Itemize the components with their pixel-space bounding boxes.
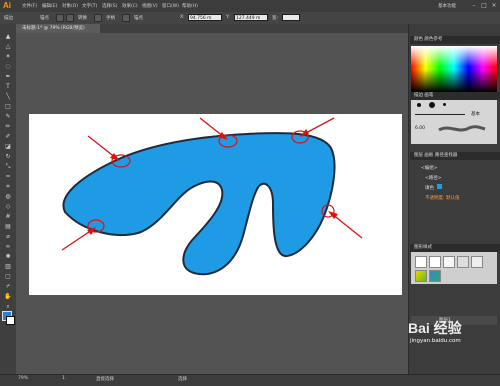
style-4[interactable]	[457, 256, 469, 268]
menu-select[interactable]: 选择(S)	[102, 3, 117, 9]
close-icon[interactable]: ×	[490, 2, 498, 9]
style-3[interactable]	[443, 256, 455, 268]
layer-opacity-label: 不透明度: 默认值	[425, 196, 460, 201]
show-handles-button[interactable]	[94, 14, 102, 22]
zoom-level[interactable]: 79%	[18, 376, 28, 381]
fill-color-chip[interactable]	[437, 184, 442, 189]
convert-smooth-button[interactable]	[66, 14, 74, 22]
brush-library[interactable]: 基本 6.00	[411, 100, 497, 144]
x-label: X:	[180, 15, 185, 20]
layer-row-fill[interactable]: 填色	[411, 184, 497, 193]
symbol-sprayer-icon[interactable]: ✺	[3, 252, 13, 261]
illustrator-logo: Ai	[3, 1, 11, 10]
stroke-swatch[interactable]	[6, 316, 15, 325]
pencil-icon[interactable]: ✏	[3, 122, 13, 131]
current-tool-status: 直接选择	[96, 377, 114, 382]
menu-window[interactable]: 窗口(W)	[162, 3, 179, 9]
watermark-url: jingyan.baidu.com	[410, 338, 461, 344]
line-tool-icon[interactable]: ╲	[3, 92, 13, 101]
menu-help[interactable]: 帮助(H)	[182, 3, 198, 9]
workspace-switcher[interactable]: 基本功能	[438, 3, 456, 9]
maximize-icon[interactable]: □	[480, 2, 488, 9]
w-field[interactable]	[282, 14, 300, 21]
layer-row-path[interactable]: <路径>	[411, 174, 497, 183]
layer-fill-label: 填色	[425, 186, 434, 191]
hand-tool-icon[interactable]: ✋	[3, 292, 13, 301]
blob-brush-icon[interactable]: ✐	[3, 132, 13, 141]
color-panel-title[interactable]: 颜色 颜色参考	[410, 36, 500, 44]
color-spectrum[interactable]	[411, 46, 497, 92]
document-tab[interactable]: 未标题-1* @ 79% (RGB/预览)	[16, 24, 100, 33]
menu-edit[interactable]: 编辑(E)	[42, 3, 57, 9]
status-bar	[0, 374, 500, 386]
direct-selection-tool-icon[interactable]: △	[3, 42, 13, 51]
menu-effect[interactable]: 效果(C)	[122, 3, 138, 9]
w-label: 宽:	[272, 16, 279, 21]
zoom-tool-icon[interactable]: ⌕	[3, 302, 13, 311]
menu-file[interactable]: 文件(F)	[22, 3, 37, 9]
menu-view[interactable]: 视图(V)	[142, 3, 158, 9]
minimize-icon[interactable]: –	[470, 2, 478, 9]
style-6[interactable]	[415, 270, 427, 282]
brush-stroke-preview[interactable]	[415, 114, 465, 115]
convert-label: 转换	[78, 16, 87, 21]
anchor-label-2: 锚点	[134, 16, 143, 21]
artwork[interactable]	[29, 114, 402, 295]
blend-icon[interactable]: ∞	[3, 242, 13, 251]
page-number[interactable]: 1	[62, 376, 65, 381]
width-tool-icon[interactable]: ≈	[3, 172, 13, 181]
lasso-icon[interactable]: ◌	[3, 62, 13, 71]
eyedropper-icon[interactable]: ⌀	[3, 232, 13, 241]
gradient-icon[interactable]: ▤	[3, 222, 13, 231]
scale-icon[interactable]: ⤡	[3, 162, 13, 171]
pen-tool-icon[interactable]: ✒	[3, 72, 13, 81]
y-field[interactable]: 127.449 m	[234, 14, 268, 21]
control-mode-label: 描边	[4, 16, 13, 21]
x-field[interactable]: 94.756 m	[188, 14, 222, 21]
menu-object[interactable]: 对象(O)	[62, 3, 78, 9]
layer-group-label: <编组>	[421, 166, 438, 171]
baidu-watermark: Bai 经验	[408, 320, 462, 336]
free-transform-icon[interactable]: ⌗	[3, 182, 13, 191]
style-7[interactable]	[429, 270, 441, 282]
brush-dot-tiny[interactable]	[443, 103, 446, 106]
blue-blob-shape[interactable]	[62, 132, 336, 276]
brush-size-label: 6.00	[415, 126, 426, 131]
style-5[interactable]	[471, 256, 483, 268]
paintbrush-icon[interactable]: ✎	[3, 112, 13, 121]
selection-status: 选择	[178, 377, 187, 382]
selection-tool-icon[interactable]: ▲	[3, 32, 13, 41]
y-label: Y:	[226, 15, 230, 20]
layer-row-opacity[interactable]: 不透明度: 默认值	[411, 194, 497, 203]
graph-tool-icon[interactable]: ▥	[3, 262, 13, 271]
anchor-label: 锚点	[40, 16, 49, 21]
convert-anchor-button[interactable]	[56, 14, 64, 22]
style-2[interactable]	[429, 256, 441, 268]
brush-dot-medium[interactable]	[429, 102, 435, 108]
shape-builder-icon[interactable]: ◍	[3, 192, 13, 201]
magic-wand-icon[interactable]: ✶	[3, 52, 13, 61]
brush-panel-title[interactable]: 描边 画笔	[410, 92, 500, 100]
layer-row-group[interactable]: <编组>	[411, 164, 497, 173]
graphic-styles-grid[interactable]	[411, 252, 497, 284]
rotate-icon[interactable]: ↻	[3, 152, 13, 161]
brush-stroke-wave[interactable]	[437, 122, 487, 136]
layer-path-label: <路径>	[425, 176, 442, 181]
style-default[interactable]	[415, 256, 427, 268]
layers-panel-title[interactable]: 图层 画板 路径查找器	[410, 152, 500, 160]
graphic-styles-title[interactable]: 图形样式	[410, 244, 500, 252]
menu-type[interactable]: 文字(T)	[82, 3, 97, 9]
eraser-icon[interactable]: ◪	[3, 142, 13, 151]
brush-basic-label: 基本	[471, 112, 480, 117]
rectangle-tool-icon[interactable]: □	[3, 102, 13, 111]
remove-anchor-button[interactable]	[122, 14, 130, 22]
brush-dot-small[interactable]	[417, 103, 421, 107]
type-tool-icon[interactable]: T	[3, 82, 13, 91]
artboard-tool-icon[interactable]: ▢	[3, 272, 13, 281]
mesh-icon[interactable]: #	[3, 212, 13, 221]
perspective-icon[interactable]: ◇	[3, 202, 13, 211]
handles-label: 手柄	[106, 16, 115, 21]
slice-icon[interactable]: ⌿	[3, 282, 13, 291]
window-controls: – □ ×	[470, 1, 500, 11]
